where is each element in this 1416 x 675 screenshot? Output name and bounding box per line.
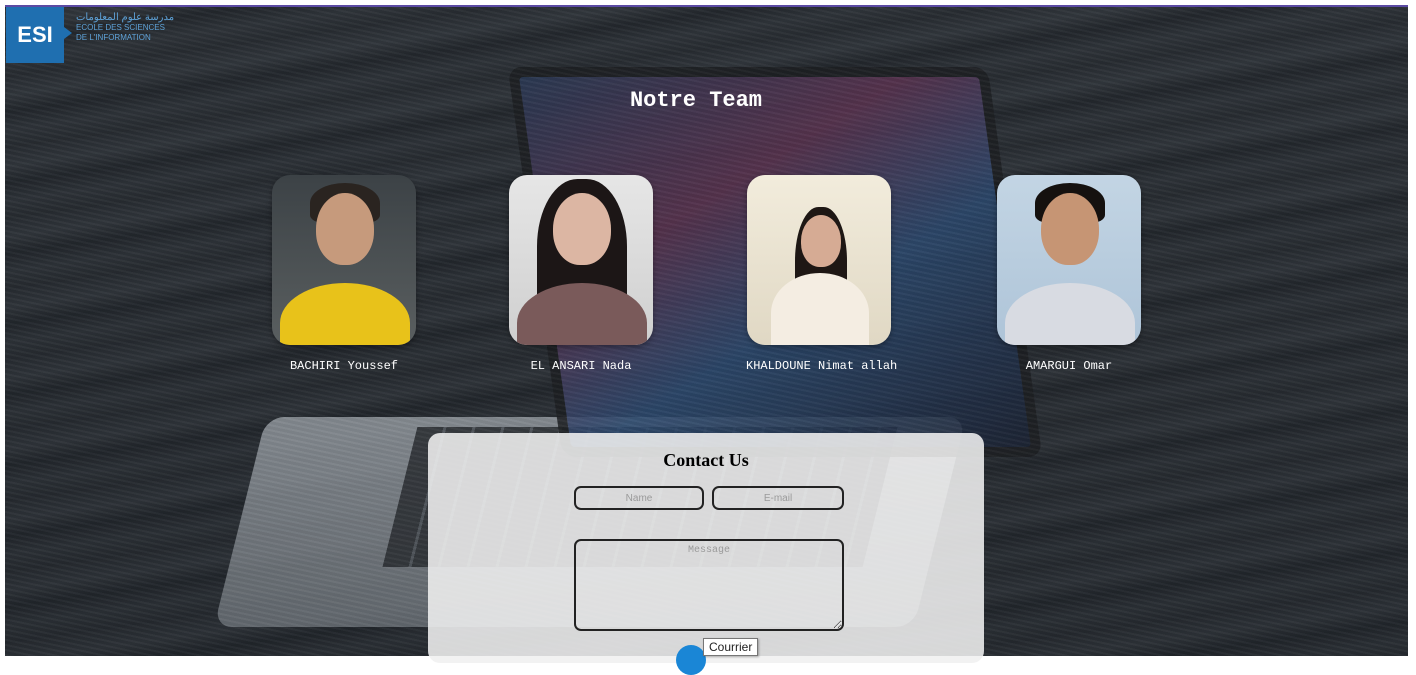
- member-photo: [997, 175, 1141, 345]
- logo-arabic-text: مدرسة علوم المعلومات: [76, 12, 175, 23]
- logo-line-2: ECOLE DES SCIENCES: [76, 23, 165, 32]
- member-name: BACHIRI Youssef: [289, 359, 399, 373]
- logo-mark: ESI: [6, 7, 72, 63]
- member-photo: [509, 175, 653, 345]
- member-photo: [747, 175, 891, 345]
- team-member-card: BACHIRI Youssef: [271, 175, 417, 373]
- send-button-tooltip: Courrier: [703, 638, 759, 656]
- esi-logo[interactable]: ESI مدرسة علوم المعلومات ECOLE DES SCIEN…: [6, 7, 174, 63]
- member-photo: [272, 175, 416, 345]
- contact-form: Contact Us: [428, 433, 984, 675]
- member-name: KHALDOUNE Nimat allah: [746, 359, 898, 373]
- send-button[interactable]: [676, 645, 706, 675]
- member-name: AMARGUI Omar: [1025, 359, 1113, 373]
- team-member-card: AMARGUI Omar: [996, 175, 1142, 373]
- team-member-card: EL ANSARI Nada: [508, 175, 654, 373]
- logo-wordmark: مدرسة علوم المعلومات ECOLE DES SCIENCES …: [70, 13, 174, 43]
- page-title: Notre Team: [629, 88, 763, 113]
- team-member-card: KHALDOUNE Nimat allah: [746, 175, 898, 373]
- logo-line-3: DE L'INFORMATION: [76, 33, 151, 42]
- email-input[interactable]: [712, 486, 844, 510]
- contact-title: Contact Us: [663, 450, 749, 470]
- message-textarea[interactable]: [574, 539, 844, 631]
- name-input[interactable]: [574, 486, 704, 510]
- page-title-wrap: Notre Team: [0, 88, 1416, 113]
- member-name: EL ANSARI Nada: [530, 359, 632, 373]
